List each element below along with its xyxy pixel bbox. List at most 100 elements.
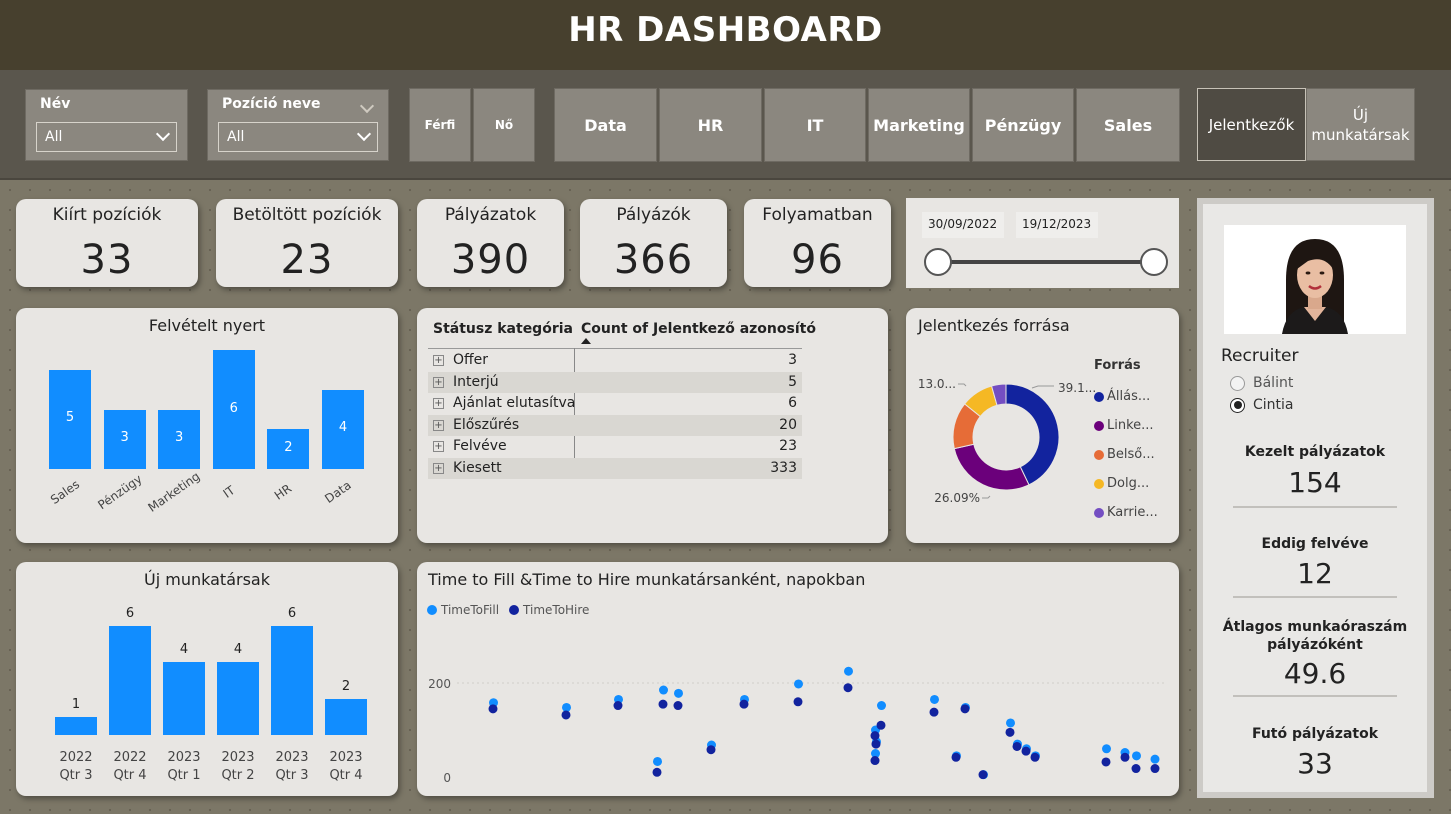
metric-label-futo: Futó pályázatok	[1251, 726, 1379, 742]
recruiter-panel-frame: Recruiter Bálint Cintia Kezelt pályázato…	[1197, 198, 1434, 798]
source-legend: Állás... Linke... Belső... Dolg... Karrie...	[1094, 382, 1179, 527]
table-row[interactable]: + Kiesett 333	[428, 457, 802, 479]
timetohire-point	[876, 720, 886, 730]
table-row[interactable]: + Előszűrés 20	[428, 414, 802, 436]
metric-divider	[1233, 596, 1397, 598]
new-hires-bar[interactable]	[109, 626, 151, 735]
timetohire-point	[561, 710, 571, 720]
table-row[interactable]: + Felvéve 23	[428, 436, 802, 458]
source-legend-label: Karrie...	[1107, 505, 1158, 520]
table-row[interactable]: + Interjú 5	[428, 371, 802, 393]
dept-button-sales[interactable]: Sales	[1076, 88, 1180, 162]
new-hires-bar[interactable]	[217, 662, 259, 735]
source-legend-item[interactable]: Karrie...	[1094, 498, 1179, 527]
recruiter-option-cintia[interactable]: Cintia	[1230, 397, 1294, 413]
timetofill-point	[659, 685, 668, 695]
dept-button-penzugy[interactable]: Pénzügy	[972, 88, 1074, 162]
view-button-jelentkezok[interactable]: Jelentkezők	[1197, 88, 1306, 161]
hired-bar-data-label: 3	[175, 430, 184, 446]
recruiter-option-balint[interactable]: Bálint	[1230, 375, 1293, 391]
date-slider-start-handle[interactable]	[924, 248, 952, 276]
donut-slice	[953, 443, 1030, 491]
metric-label-munkaora: Átlagos munkaóraszám pályázóként	[1222, 619, 1408, 653]
dept-button-it[interactable]: IT	[764, 88, 866, 162]
view-button-uj-munkatarsak[interactable]: Új munkatársak	[1306, 88, 1415, 161]
status-rows: + Offer 3 + Interjú 5 + Ajánlat elutasítva 6 + Elő…	[428, 350, 802, 479]
status-label: Interjú	[453, 373, 499, 390]
pozicio-dropdown[interactable]: All	[218, 122, 378, 152]
dept-button-data[interactable]: Data	[554, 88, 657, 162]
kpi-label: Folyamatban	[762, 205, 873, 225]
new-hires-data-label: 4	[179, 642, 189, 658]
gender-button-no[interactable]: Nő	[473, 88, 535, 162]
chevron-down-icon[interactable]	[359, 96, 375, 115]
dept-button-hr[interactable]: HR	[659, 88, 762, 162]
hired-chart-plot: 5 Sales 3 Pénzügy 3 Marketing 6 IT 2 HR 4 Data	[16, 308, 398, 543]
scatter-y-tick-label: 0	[443, 771, 451, 785]
kpi-value: 96	[791, 237, 844, 283]
new-hires-chart-card: Új munkatársak 1 2022 Qtr 3 6 2022 Qtr 4 4 2023…	[16, 562, 398, 796]
status-count: 5	[788, 373, 797, 390]
timetofill-point	[794, 679, 803, 689]
new-hires-bar[interactable]	[163, 662, 205, 735]
date-slider-track	[936, 260, 1156, 264]
timetohire-point	[1012, 741, 1022, 751]
timetohire-point	[488, 704, 498, 714]
status-col-header[interactable]: Státusz kategória	[433, 321, 573, 337]
radio-selected-icon[interactable]	[1230, 397, 1245, 413]
table-row[interactable]: + Ajánlat elutasítva 6	[428, 393, 802, 415]
source-legend-item[interactable]: Linke...	[1094, 411, 1179, 440]
hired-bar-data-label: 4	[338, 420, 348, 436]
status-count: 333	[770, 459, 797, 476]
new-hires-data-label: 6	[287, 606, 297, 621]
donut-leader-line	[958, 383, 967, 387]
source-legend-item[interactable]: Dolg...	[1094, 469, 1179, 498]
timetohire-point	[793, 697, 803, 707]
date-end-input[interactable]: 19/12/2023	[1016, 212, 1098, 238]
status-table-card: Státusz kategória Count of Jelentkező az…	[417, 308, 888, 543]
dept-button-marketing[interactable]: Marketing	[868, 88, 970, 162]
expand-plus-icon[interactable]: +	[433, 441, 444, 452]
timetofill-point	[844, 666, 853, 676]
timetohire-point	[1101, 757, 1111, 767]
hired-bar-data-label: 2	[284, 440, 293, 456]
kpi-value: 33	[80, 237, 134, 283]
new-hires-x-tick-quarter: Qtr 4	[113, 768, 147, 783]
new-hires-bar[interactable]	[271, 626, 313, 735]
new-hires-bar[interactable]	[55, 716, 97, 735]
status-label: Felvéve	[453, 438, 507, 454]
gender-button-ferfi[interactable]: Férfi	[409, 88, 471, 162]
new-hires-bar[interactable]	[325, 698, 367, 735]
expand-plus-icon[interactable]: +	[433, 462, 444, 474]
source-legend-item[interactable]: Állás...	[1094, 382, 1179, 411]
table-row[interactable]: + Offer 3	[428, 350, 802, 372]
hired-x-tick-label: Pénzügy	[94, 471, 145, 513]
expand-plus-icon[interactable]: +	[433, 419, 444, 431]
status-count: 20	[779, 416, 797, 433]
status-count: 6	[788, 395, 797, 411]
donut-data-label: 39.1...	[1058, 381, 1096, 395]
date-start-input[interactable]: 30/09/2022	[922, 212, 1004, 238]
count-col-header[interactable]: Count of Jelentkező azonosító	[581, 321, 816, 337]
kpi-card-kiirt: Kiírt pozíciók 33	[16, 199, 198, 287]
header-divider	[428, 348, 802, 349]
hired-x-tick-label: IT	[220, 483, 238, 501]
nev-dropdown[interactable]: All	[36, 122, 177, 152]
legend-dot	[1094, 391, 1104, 402]
hired-bar-data-label: 5	[65, 410, 75, 426]
timetohire-point	[870, 756, 880, 766]
new-hires-x-tick-quarter: Qtr 2	[221, 768, 255, 783]
timetohire-point	[1131, 764, 1141, 774]
expand-plus-icon[interactable]: +	[433, 398, 444, 409]
kpi-card-palyazok: Pályázók 366	[580, 199, 727, 287]
pozicio-slicer: Pozíció neve All	[207, 89, 389, 161]
nev-slicer-label: Név	[40, 96, 71, 112]
expand-plus-icon[interactable]: +	[433, 355, 444, 366]
new-hires-x-tick-year: 2023	[221, 750, 255, 765]
expand-plus-icon[interactable]: +	[433, 376, 444, 388]
kpi-value: 366	[613, 237, 694, 283]
source-legend-item[interactable]: Belső...	[1094, 440, 1179, 469]
radio-unselected-icon[interactable]	[1230, 375, 1245, 391]
timetohire-point	[613, 701, 623, 711]
date-slider-end-handle[interactable]	[1140, 248, 1168, 276]
